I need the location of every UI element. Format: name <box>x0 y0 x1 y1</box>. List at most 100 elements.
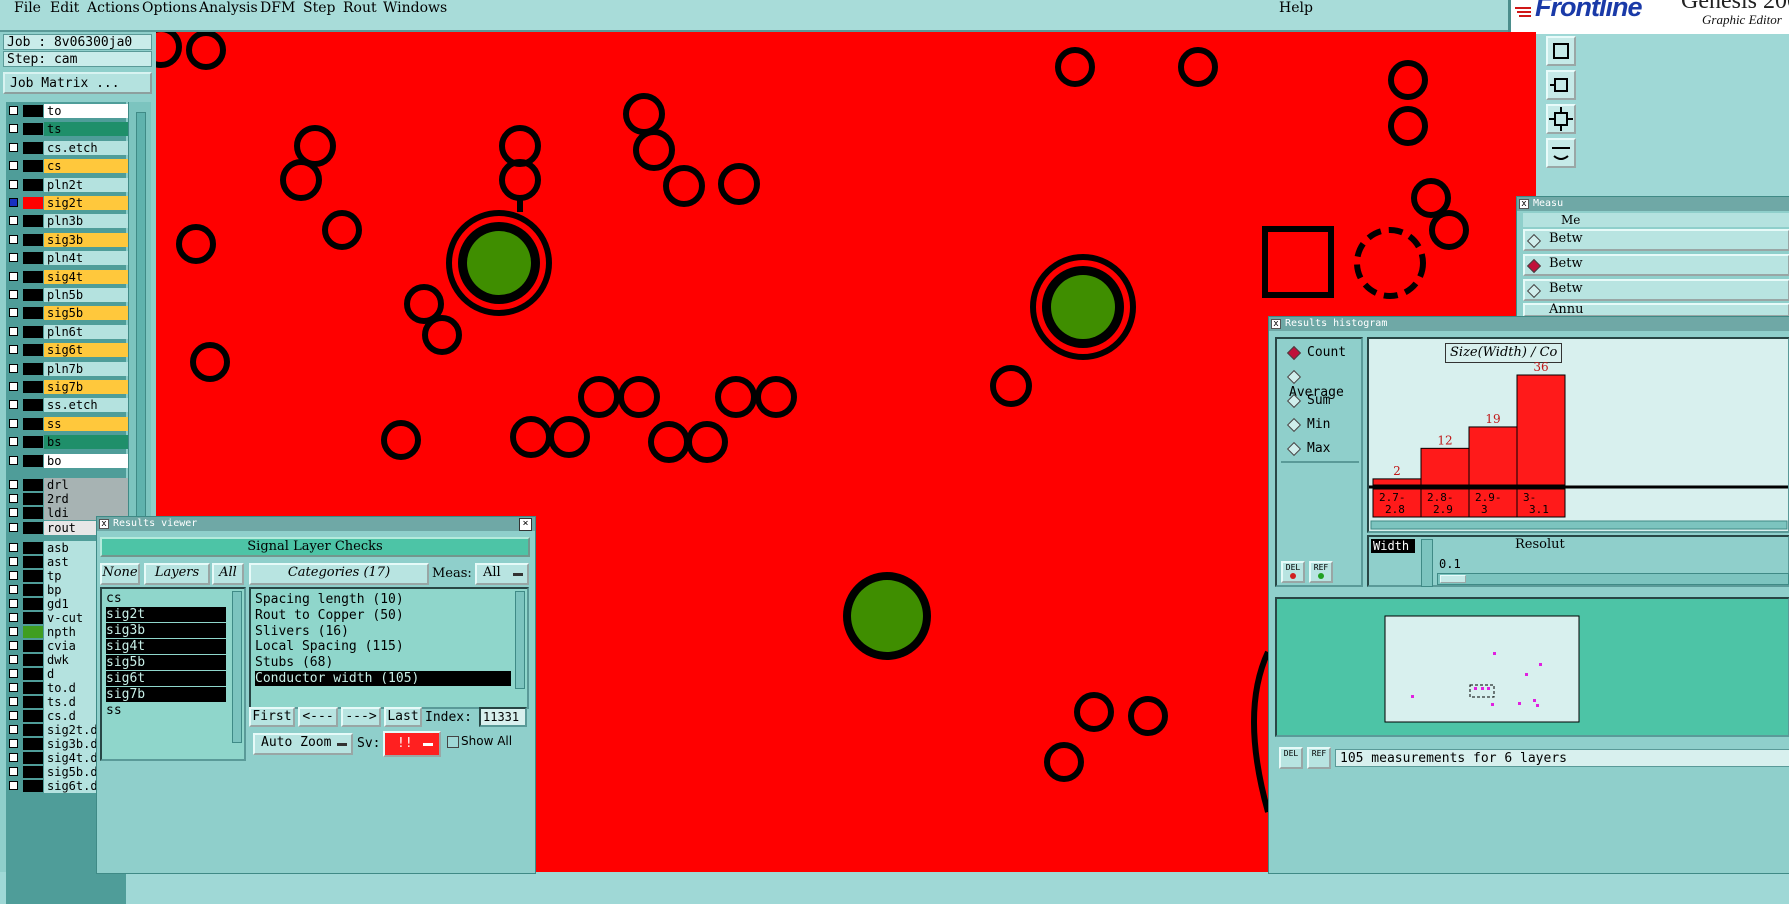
layer-color-swatch[interactable] <box>23 233 43 246</box>
layer-checkbox[interactable] <box>9 437 18 447</box>
resolution-slider[interactable] <box>1437 573 1789 585</box>
layer-color-swatch[interactable] <box>23 270 43 283</box>
option-max[interactable]: Max <box>1286 441 1330 457</box>
layer-color-swatch[interactable] <box>23 709 43 722</box>
layer-row-ss[interactable]: ss <box>6 416 128 431</box>
layer-name[interactable]: to <box>44 104 128 118</box>
layer-color-swatch[interactable] <box>23 493 43 506</box>
zoom-fit-button[interactable] <box>1546 104 1576 134</box>
layer-color-swatch[interactable] <box>23 507 43 520</box>
layer-name[interactable]: bs <box>44 435 128 450</box>
layer-color-swatch[interactable] <box>23 555 43 568</box>
ref-button[interactable]: REF <box>1309 561 1333 583</box>
layer-checkbox[interactable] <box>9 326 18 336</box>
layers-button[interactable]: Layers <box>144 563 210 585</box>
layer-checkbox[interactable] <box>9 418 18 428</box>
layer-name[interactable]: pln7b <box>44 361 128 376</box>
layer-row-to[interactable]: to <box>6 104 128 118</box>
close-icon[interactable]: x <box>1519 199 1529 209</box>
width-label[interactable]: Width <box>1371 539 1415 553</box>
layer-color-swatch[interactable] <box>23 737 43 750</box>
layer-checkbox[interactable] <box>9 682 18 692</box>
layer-color-swatch[interactable] <box>23 307 43 320</box>
menu-dfm[interactable]: DFM <box>260 0 295 16</box>
histogram-titlebar[interactable]: x Results histogram <box>1269 317 1789 331</box>
layer-checkbox[interactable] <box>9 724 18 734</box>
list-item[interactable]: Slivers (16) <box>255 624 511 639</box>
layer-checkbox[interactable] <box>9 612 18 622</box>
layer-color-swatch[interactable] <box>23 479 43 491</box>
layer-row-bo[interactable]: bo <box>6 453 128 468</box>
layer-checkbox[interactable] <box>9 766 18 776</box>
all-button[interactable]: All <box>212 563 244 585</box>
layer-row-bs[interactable]: bs <box>6 435 128 450</box>
layer-checkbox[interactable] <box>9 640 18 650</box>
measure-option-2[interactable]: Betw <box>1523 254 1789 276</box>
layer-color-swatch[interactable] <box>23 325 43 338</box>
layer-name[interactable]: 2rd <box>44 492 128 507</box>
ref-button-2[interactable]: REF <box>1307 747 1331 769</box>
option-min[interactable]: Min <box>1286 417 1330 433</box>
menu-edit[interactable]: Edit <box>50 0 79 16</box>
layer-name[interactable]: sig4t <box>44 269 128 284</box>
menu-actions[interactable]: Actions <box>87 0 140 16</box>
job-matrix-button[interactable]: Job Matrix ... <box>3 72 152 94</box>
layer-color-swatch[interactable] <box>23 344 43 357</box>
overview-map[interactable] <box>1277 599 1789 739</box>
histogram-bar[interactable] <box>1420 447 1470 486</box>
layer-row-pln4t[interactable]: pln4t <box>6 251 128 266</box>
layer-checkbox[interactable] <box>9 234 18 244</box>
layer-name[interactable]: cs.etch <box>44 140 128 155</box>
layer-checkbox[interactable] <box>9 142 18 152</box>
layer-name[interactable]: bo <box>44 453 128 468</box>
layer-checkbox[interactable] <box>9 216 18 226</box>
layer-name[interactable]: cs <box>44 159 128 174</box>
layer-checkbox[interactable] <box>9 124 18 134</box>
measure-option-3[interactable]: Betw <box>1523 279 1789 301</box>
layer-name[interactable]: pln3b <box>44 214 128 229</box>
list-item[interactable]: sig2t <box>106 607 226 622</box>
list-item[interactable]: sig4t <box>106 639 226 654</box>
layer-checkbox[interactable] <box>9 542 18 552</box>
layer-name[interactable]: sig7b <box>44 380 128 394</box>
list-item[interactable]: sig7b <box>106 687 226 702</box>
layer-name[interactable]: sig5b <box>44 306 128 321</box>
list-item[interactable]: Local Spacing (115) <box>255 639 511 654</box>
histogram-bar[interactable] <box>1516 374 1566 486</box>
layers-list[interactable]: cs sig2t sig3b sig4t sig5b sig6t sig7b s… <box>100 587 246 761</box>
list-item[interactable]: cs <box>106 591 226 606</box>
layer-name[interactable]: pln2t <box>44 177 128 192</box>
layer-color-swatch[interactable] <box>23 381 43 393</box>
width-scrollbar[interactable] <box>1421 539 1433 587</box>
layer-color-swatch[interactable] <box>23 215 43 228</box>
menu-windows[interactable]: Windows <box>383 0 447 16</box>
layer-row-ts[interactable]: ts <box>6 122 128 137</box>
layer-color-swatch[interactable] <box>23 197 43 209</box>
zoom-home-button[interactable] <box>1546 36 1576 66</box>
list-item[interactable]: sig3b <box>106 623 226 638</box>
layer-color-swatch[interactable] <box>23 436 43 449</box>
list-item[interactable]: Conductor width (105) <box>255 671 511 686</box>
layer-checkbox[interactable] <box>9 654 18 664</box>
layer-color-swatch[interactable] <box>23 639 43 652</box>
layer-color-swatch[interactable] <box>23 723 43 736</box>
layer-checkbox[interactable] <box>9 198 18 207</box>
layer-name[interactable]: ts <box>44 122 128 137</box>
layer-row-pln6t[interactable]: pln6t <box>6 324 128 339</box>
layer-color-swatch[interactable] <box>23 653 43 666</box>
layer-checkbox[interactable] <box>9 345 18 355</box>
close-icon[interactable]: × <box>519 518 532 531</box>
list-item[interactable]: ss <box>106 703 226 718</box>
menu-rout[interactable]: Rout <box>343 0 377 16</box>
layer-color-swatch[interactable] <box>23 779 43 792</box>
layer-name[interactable]: pln5b <box>44 288 128 302</box>
layer-color-swatch[interactable] <box>23 105 43 117</box>
layer-row-cs[interactable]: cs <box>6 159 128 174</box>
layer-color-swatch[interactable] <box>23 417 43 430</box>
categories-scrollbar[interactable] <box>515 591 525 689</box>
menu-analysis[interactable]: Analysis <box>199 0 258 16</box>
severity-dropdown[interactable]: !! <box>383 731 441 757</box>
next-button[interactable]: ---> <box>341 707 381 727</box>
layer-row-pln2t[interactable]: pln2t <box>6 177 128 192</box>
list-item[interactable]: Rout to Copper (50) <box>255 608 511 623</box>
